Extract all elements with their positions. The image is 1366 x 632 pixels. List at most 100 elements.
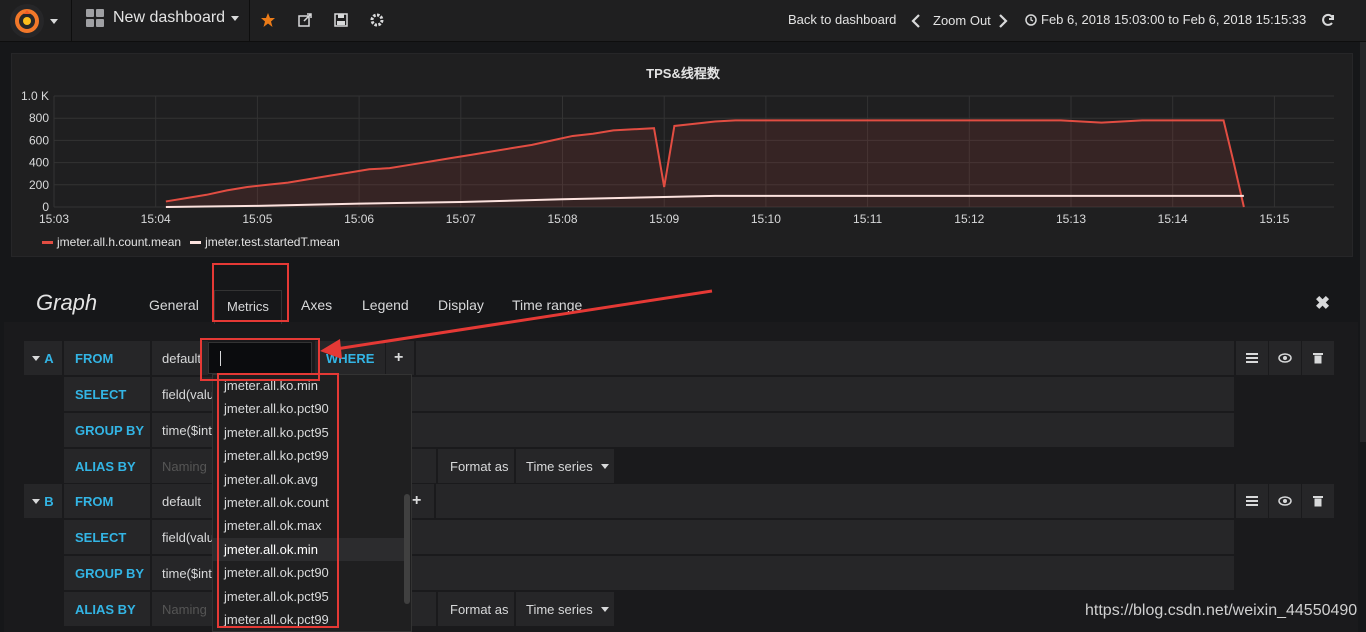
chevron-right-icon[interactable] bbox=[994, 12, 1012, 30]
clock-icon bbox=[1025, 13, 1037, 26]
chart-area[interactable]: 02004006008001.0 K15:03 15:04 15:05 15:06 15… bbox=[12, 54, 1354, 258]
select-keyword: SELECT bbox=[64, 377, 150, 411]
graph-panel: TPS&线程数 0 200 400 600 800 1.0 K 15:03 15:04 15:0… bbox=[11, 53, 1353, 257]
alias-keyword: ALIAS BY bbox=[64, 449, 150, 483]
toggle-query-visibility-button[interactable] bbox=[1269, 341, 1301, 375]
x-tick-label: 15:14 bbox=[1158, 212, 1188, 226]
dashboard-grid-icon bbox=[86, 9, 104, 27]
x-tick-label: 15:08 bbox=[547, 212, 577, 226]
grafana-menu[interactable] bbox=[10, 4, 66, 38]
tab-axes[interactable]: Axes bbox=[301, 297, 332, 313]
tab-legend[interactable]: Legend bbox=[362, 297, 409, 313]
time-picker[interactable]: Feb 6, 2018 15:03:00 to Feb 6, 2018 15:1… bbox=[1025, 12, 1306, 27]
y-tick-label: 1.0 K bbox=[21, 89, 49, 103]
tab-display[interactable]: Display bbox=[438, 297, 484, 313]
query-menu-button[interactable] bbox=[1236, 484, 1268, 518]
x-tick-label: 15:05 bbox=[242, 212, 272, 226]
hamburger-icon bbox=[1246, 353, 1258, 363]
groupby-keyword: GROUP BY bbox=[64, 556, 150, 590]
y-tick-label: 600 bbox=[29, 133, 49, 147]
legend-label: jmeter.test.startedT.mean bbox=[205, 235, 340, 249]
x-tick-label: 15:03 bbox=[39, 212, 69, 226]
toggle-query-visibility-button[interactable] bbox=[1269, 484, 1301, 518]
grafana-logo-icon[interactable] bbox=[10, 4, 44, 38]
query-a-toggle[interactable]: A bbox=[24, 341, 62, 375]
format-as-select[interactable]: Time series bbox=[516, 449, 614, 483]
legend-swatch bbox=[42, 240, 53, 244]
back-to-dashboard-button[interactable]: Back to dashboard bbox=[788, 12, 896, 27]
tab-general[interactable]: General bbox=[149, 297, 199, 313]
row-filler bbox=[436, 484, 1234, 518]
legend-swatch bbox=[190, 240, 202, 244]
zoom-out-button[interactable]: Zoom Out bbox=[933, 13, 991, 28]
trash-icon bbox=[1313, 496, 1323, 507]
remove-query-button[interactable] bbox=[1302, 341, 1334, 375]
page-scrollbar[interactable] bbox=[1360, 42, 1366, 442]
select-field-segment[interactable]: field(valu bbox=[152, 377, 212, 411]
tab-time-range[interactable]: Time range bbox=[512, 297, 582, 313]
row-filler bbox=[416, 341, 1234, 375]
from-keyword: FROM bbox=[64, 484, 150, 518]
row-filler bbox=[412, 520, 1234, 554]
from-keyword: FROM bbox=[64, 341, 150, 375]
legend-item[interactable]: jmeter.all.h.count.mean bbox=[42, 235, 181, 249]
top-navbar: New dashboard Back to dashboard Zoom Out… bbox=[0, 0, 1366, 42]
x-tick-label: 15:10 bbox=[751, 212, 781, 226]
eye-icon bbox=[1278, 496, 1292, 506]
refresh-icon[interactable] bbox=[1319, 11, 1337, 29]
x-tick-label: 15:12 bbox=[954, 212, 984, 226]
chevron-down-icon bbox=[32, 355, 41, 361]
format-as-label: Format as bbox=[438, 449, 514, 483]
divider bbox=[249, 0, 250, 42]
chevron-down-icon bbox=[600, 606, 609, 612]
x-tick-label: 15:13 bbox=[1056, 212, 1086, 226]
settings-icon[interactable] bbox=[368, 11, 386, 29]
select-keyword: SELECT bbox=[64, 520, 150, 554]
watermark: https://blog.csdn.net/weixin_44550490 bbox=[1085, 602, 1358, 619]
alias-input[interactable]: Naming bbox=[152, 592, 212, 626]
chevron-left-icon[interactable] bbox=[907, 12, 925, 30]
alias-keyword: ALIAS BY bbox=[64, 592, 150, 626]
dropdown-scrollbar[interactable] bbox=[404, 494, 410, 604]
save-icon[interactable] bbox=[332, 11, 350, 29]
query-b-toggle[interactable]: B bbox=[24, 484, 62, 518]
divider bbox=[71, 0, 72, 42]
series-area bbox=[165, 120, 1244, 207]
y-tick-label: 800 bbox=[29, 111, 49, 125]
x-tick-label: 15:15 bbox=[1259, 212, 1289, 226]
add-where-button[interactable]: + bbox=[386, 341, 414, 375]
legend-item[interactable]: jmeter.test.startedT.mean bbox=[190, 235, 340, 249]
row-filler bbox=[412, 592, 436, 626]
close-editor-button[interactable]: ✖ bbox=[1315, 293, 1330, 314]
remove-query-button[interactable] bbox=[1302, 484, 1334, 518]
dashboard-title: New dashboard bbox=[113, 9, 226, 26]
time-range-label: Feb 6, 2018 15:03:00 to Feb 6, 2018 15:1… bbox=[1041, 12, 1307, 27]
format-as-value: Time series bbox=[526, 458, 593, 474]
x-tick-label: 15:11 bbox=[853, 212, 882, 226]
y-tick-label: 200 bbox=[29, 178, 49, 192]
query-menu-button[interactable] bbox=[1236, 341, 1268, 375]
annotation-box-dropdown bbox=[217, 373, 339, 628]
where-keyword: WHERE bbox=[315, 341, 385, 375]
chevron-down-icon[interactable] bbox=[50, 18, 58, 24]
trash-icon bbox=[1313, 353, 1323, 364]
x-tick-label: 15:04 bbox=[141, 212, 171, 226]
format-as-label: Format as bbox=[438, 592, 514, 626]
alias-input[interactable]: Naming bbox=[152, 449, 212, 483]
groupby-keyword: GROUP BY bbox=[64, 413, 150, 447]
hamburger-icon bbox=[1246, 496, 1258, 506]
groupby-time-segment[interactable]: time($inte bbox=[152, 556, 212, 590]
groupby-time-segment[interactable]: time($inte bbox=[152, 413, 212, 447]
dashboard-picker[interactable]: New dashboard bbox=[86, 9, 240, 27]
y-tick-label: 400 bbox=[29, 156, 49, 170]
chevron-down-icon bbox=[600, 463, 609, 469]
select-field-segment[interactable]: field(valu bbox=[152, 520, 212, 554]
query-letter: B bbox=[44, 493, 54, 509]
retention-policy-segment[interactable]: default bbox=[152, 484, 212, 518]
x-tick-label: 15:07 bbox=[446, 212, 476, 226]
format-as-value: Time series bbox=[526, 601, 593, 617]
star-icon[interactable] bbox=[259, 11, 277, 29]
share-icon[interactable] bbox=[296, 11, 314, 29]
format-as-select[interactable]: Time series bbox=[516, 592, 614, 626]
legend-label: jmeter.all.h.count.mean bbox=[57, 235, 182, 249]
